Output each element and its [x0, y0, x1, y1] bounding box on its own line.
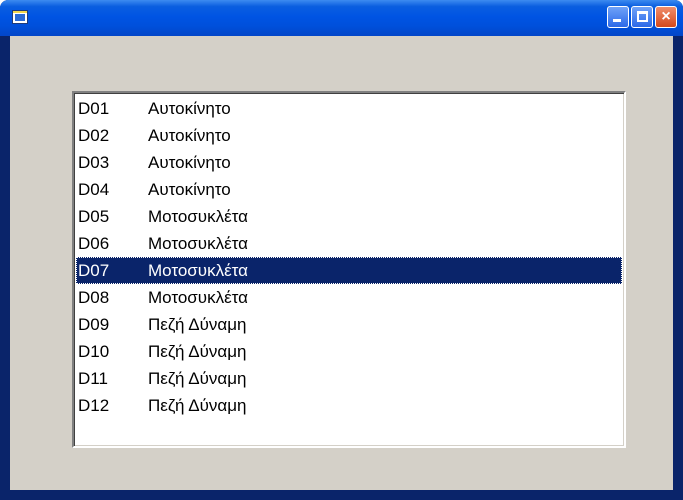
vehicle-listbox[interactable]: D01 Αυτοκίνητο D02 Αυτοκίνητο D03 Αυτοκίνητο D… [72, 91, 626, 448]
list-item[interactable]: D05 Μοτοσυκλέτα [76, 203, 622, 230]
list-item-code: D06 [78, 234, 110, 253]
list-item-label: Αυτοκίνητο [148, 180, 231, 199]
list-item-code: D12 [78, 396, 110, 415]
application-window: × D01 Αυτοκίνητο D02 Αυτοκίνητο D03 Αυτοκίνητ… [0, 0, 683, 500]
list-item[interactable]: D11 Πεζή Δύναμη [76, 365, 622, 392]
maximize-icon [637, 11, 648, 22]
list-item-label: Αυτοκίνητο [148, 153, 231, 172]
list-item[interactable]: D09 Πεζή Δύναμη [76, 311, 622, 338]
list-item[interactable]: D12 Πεζή Δύναμη [76, 392, 622, 419]
list-item[interactable]: D01 Αυτοκίνητο [76, 95, 622, 122]
minimize-button[interactable] [607, 6, 629, 28]
list-item-label: Πεζή Δύναμη [148, 342, 247, 361]
list-item-code: D05 [78, 207, 110, 226]
list-item[interactable]: D03 Αυτοκίνητο [76, 149, 622, 176]
list-item[interactable]: D06 Μοτοσυκλέτα [76, 230, 622, 257]
list-item-label: Μοτοσυκλέτα [148, 288, 248, 307]
list-item-code: D03 [78, 153, 110, 172]
close-button[interactable]: × [655, 6, 677, 28]
list-item-code: D02 [78, 126, 110, 145]
list-item-label: Μοτοσυκλέτα [148, 234, 248, 253]
list-item[interactable]: D07 Μοτοσυκλέτα [76, 257, 622, 284]
list-item-label: Πεζή Δύναμη [148, 396, 247, 415]
maximize-button[interactable] [631, 6, 653, 28]
list-item[interactable]: D04 Αυτοκίνητο [76, 176, 622, 203]
list-item[interactable]: D02 Αυτοκίνητο [76, 122, 622, 149]
list-item[interactable]: D10 Πεζή Δύναμη [76, 338, 622, 365]
app-icon[interactable] [12, 10, 28, 24]
list-item-label: Αυτοκίνητο [148, 126, 231, 145]
list-item-code: D01 [78, 99, 110, 118]
minimize-icon [613, 19, 621, 22]
list-item-code: D09 [78, 315, 110, 334]
list-item-label: Πεζή Δύναμη [148, 369, 247, 388]
list-item-label: Μοτοσυκλέτα [148, 207, 248, 226]
client-area: D01 Αυτοκίνητο D02 Αυτοκίνητο D03 Αυτοκίνητο D… [10, 36, 673, 490]
list-item-code: D07 [78, 261, 110, 280]
list-item[interactable]: D08 Μοτοσυκλέτα [76, 284, 622, 311]
title-bar[interactable]: × [0, 0, 683, 36]
list-item-code: D04 [78, 180, 110, 199]
list-item-code: D11 [78, 369, 108, 388]
list-item-code: D10 [78, 342, 110, 361]
close-icon: × [661, 8, 671, 25]
list-item-label: Αυτοκίνητο [148, 99, 231, 118]
list-item-label: Μοτοσυκλέτα [148, 261, 248, 280]
list-item-label: Πεζή Δύναμη [148, 315, 247, 334]
list-item-code: D08 [78, 288, 110, 307]
